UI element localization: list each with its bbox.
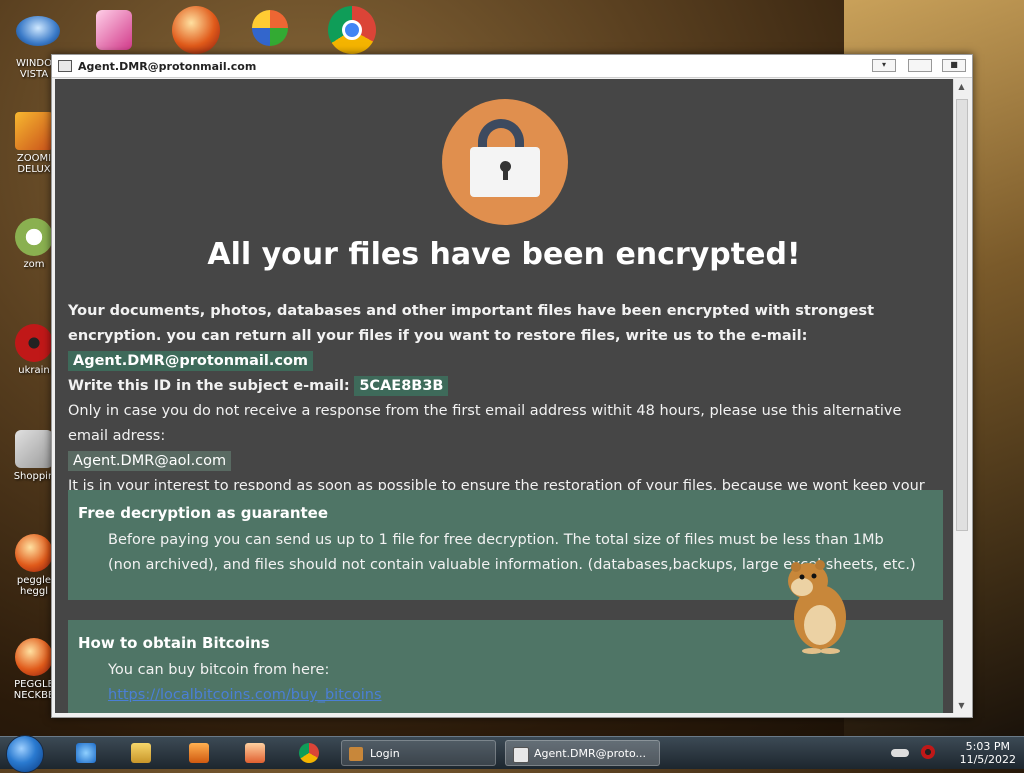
hamster-image — [788, 560, 846, 654]
headline: All your files have been encrypted! — [207, 237, 801, 272]
vertical-scrollbar[interactable]: ▲ ▼ — [953, 79, 969, 713]
games-icon[interactable] — [252, 10, 288, 46]
app-icon[interactable] — [96, 10, 132, 50]
alt-email[interactable]: Agent.DMR@aol.com — [68, 451, 232, 471]
lock-body — [470, 147, 540, 197]
alt-email-paragraph: Only in case you do not receive a respon… — [68, 403, 902, 444]
note-content: All your files have been encrypted! Your… — [55, 79, 953, 713]
clock-time: 5:03 PM — [965, 740, 1010, 753]
flower-icon — [15, 218, 53, 256]
clock-date: 11/5/2022 — [959, 753, 1016, 766]
media-player-icon[interactable] — [189, 743, 209, 763]
primary-email[interactable]: Agent.DMR@protonmail.com — [68, 351, 314, 371]
vista-icon[interactable] — [16, 16, 60, 46]
start-button[interactable] — [6, 735, 44, 773]
maximize-button[interactable] — [908, 59, 932, 72]
peggle-icon[interactable] — [172, 6, 220, 54]
minimize-button[interactable]: ▾ — [872, 59, 896, 72]
peggle-icon — [15, 638, 53, 676]
task-label: Agent.DMR@proto... — [534, 747, 646, 760]
task-label: Login — [370, 747, 400, 760]
window-icon — [58, 60, 72, 72]
taskbar: Login Agent.DMR@proto... 5:03 PM 11/5/20… — [0, 735, 1024, 773]
bitcoin-link[interactable]: https://localbitcoins.com/buy_bitcoins — [108, 683, 919, 708]
paint-icon[interactable] — [245, 743, 265, 763]
scroll-down-arrow-icon[interactable]: ▼ — [954, 698, 969, 713]
victim-id[interactable]: 5CAE8B3B — [354, 376, 449, 396]
window-icon — [513, 747, 529, 763]
ransom-note-window[interactable]: Agent.DMR@protonmail.com ▾ ■ All your fi… — [51, 54, 973, 718]
keyhole-stem — [503, 169, 508, 180]
id-label: Write this ID in the subject e-mail: — [68, 378, 350, 394]
explorer-icon[interactable] — [131, 743, 151, 763]
window-title: Agent.DMR@protonmail.com — [78, 59, 257, 73]
tray-toggle-icon[interactable] — [891, 749, 909, 757]
radiation-icon — [15, 324, 53, 362]
zuma-icon — [15, 112, 53, 150]
scroll-up-arrow-icon[interactable]: ▲ — [954, 79, 969, 94]
task-login[interactable]: Login — [341, 740, 496, 766]
section-title: Free decryption as guarantee — [78, 504, 329, 522]
chrome-icon[interactable] — [328, 6, 376, 54]
tray-clock[interactable]: 5:03 PM 11/5/2022 — [960, 740, 1016, 766]
chrome-icon[interactable] — [299, 743, 319, 763]
peggle-icon — [15, 534, 53, 572]
tray-app-icon[interactable] — [921, 745, 935, 759]
window-titlebar[interactable]: Agent.DMR@protonmail.com ▾ ■ — [52, 55, 972, 78]
flash-icon — [15, 430, 53, 468]
intro-paragraph: Your documents, photos, databases and ot… — [68, 303, 875, 344]
section-body: You can buy bitcoin from here: https://l… — [68, 656, 943, 713]
lock-icon — [442, 99, 568, 225]
ie-icon[interactable] — [76, 743, 96, 763]
scrollbar-thumb[interactable] — [956, 99, 968, 531]
task-ransom-window[interactable]: Agent.DMR@proto... — [505, 740, 660, 766]
close-button[interactable]: ■ — [942, 59, 966, 72]
login-icon — [349, 747, 363, 761]
bitcoin-text: You can buy bitcoin from here: — [108, 662, 330, 678]
